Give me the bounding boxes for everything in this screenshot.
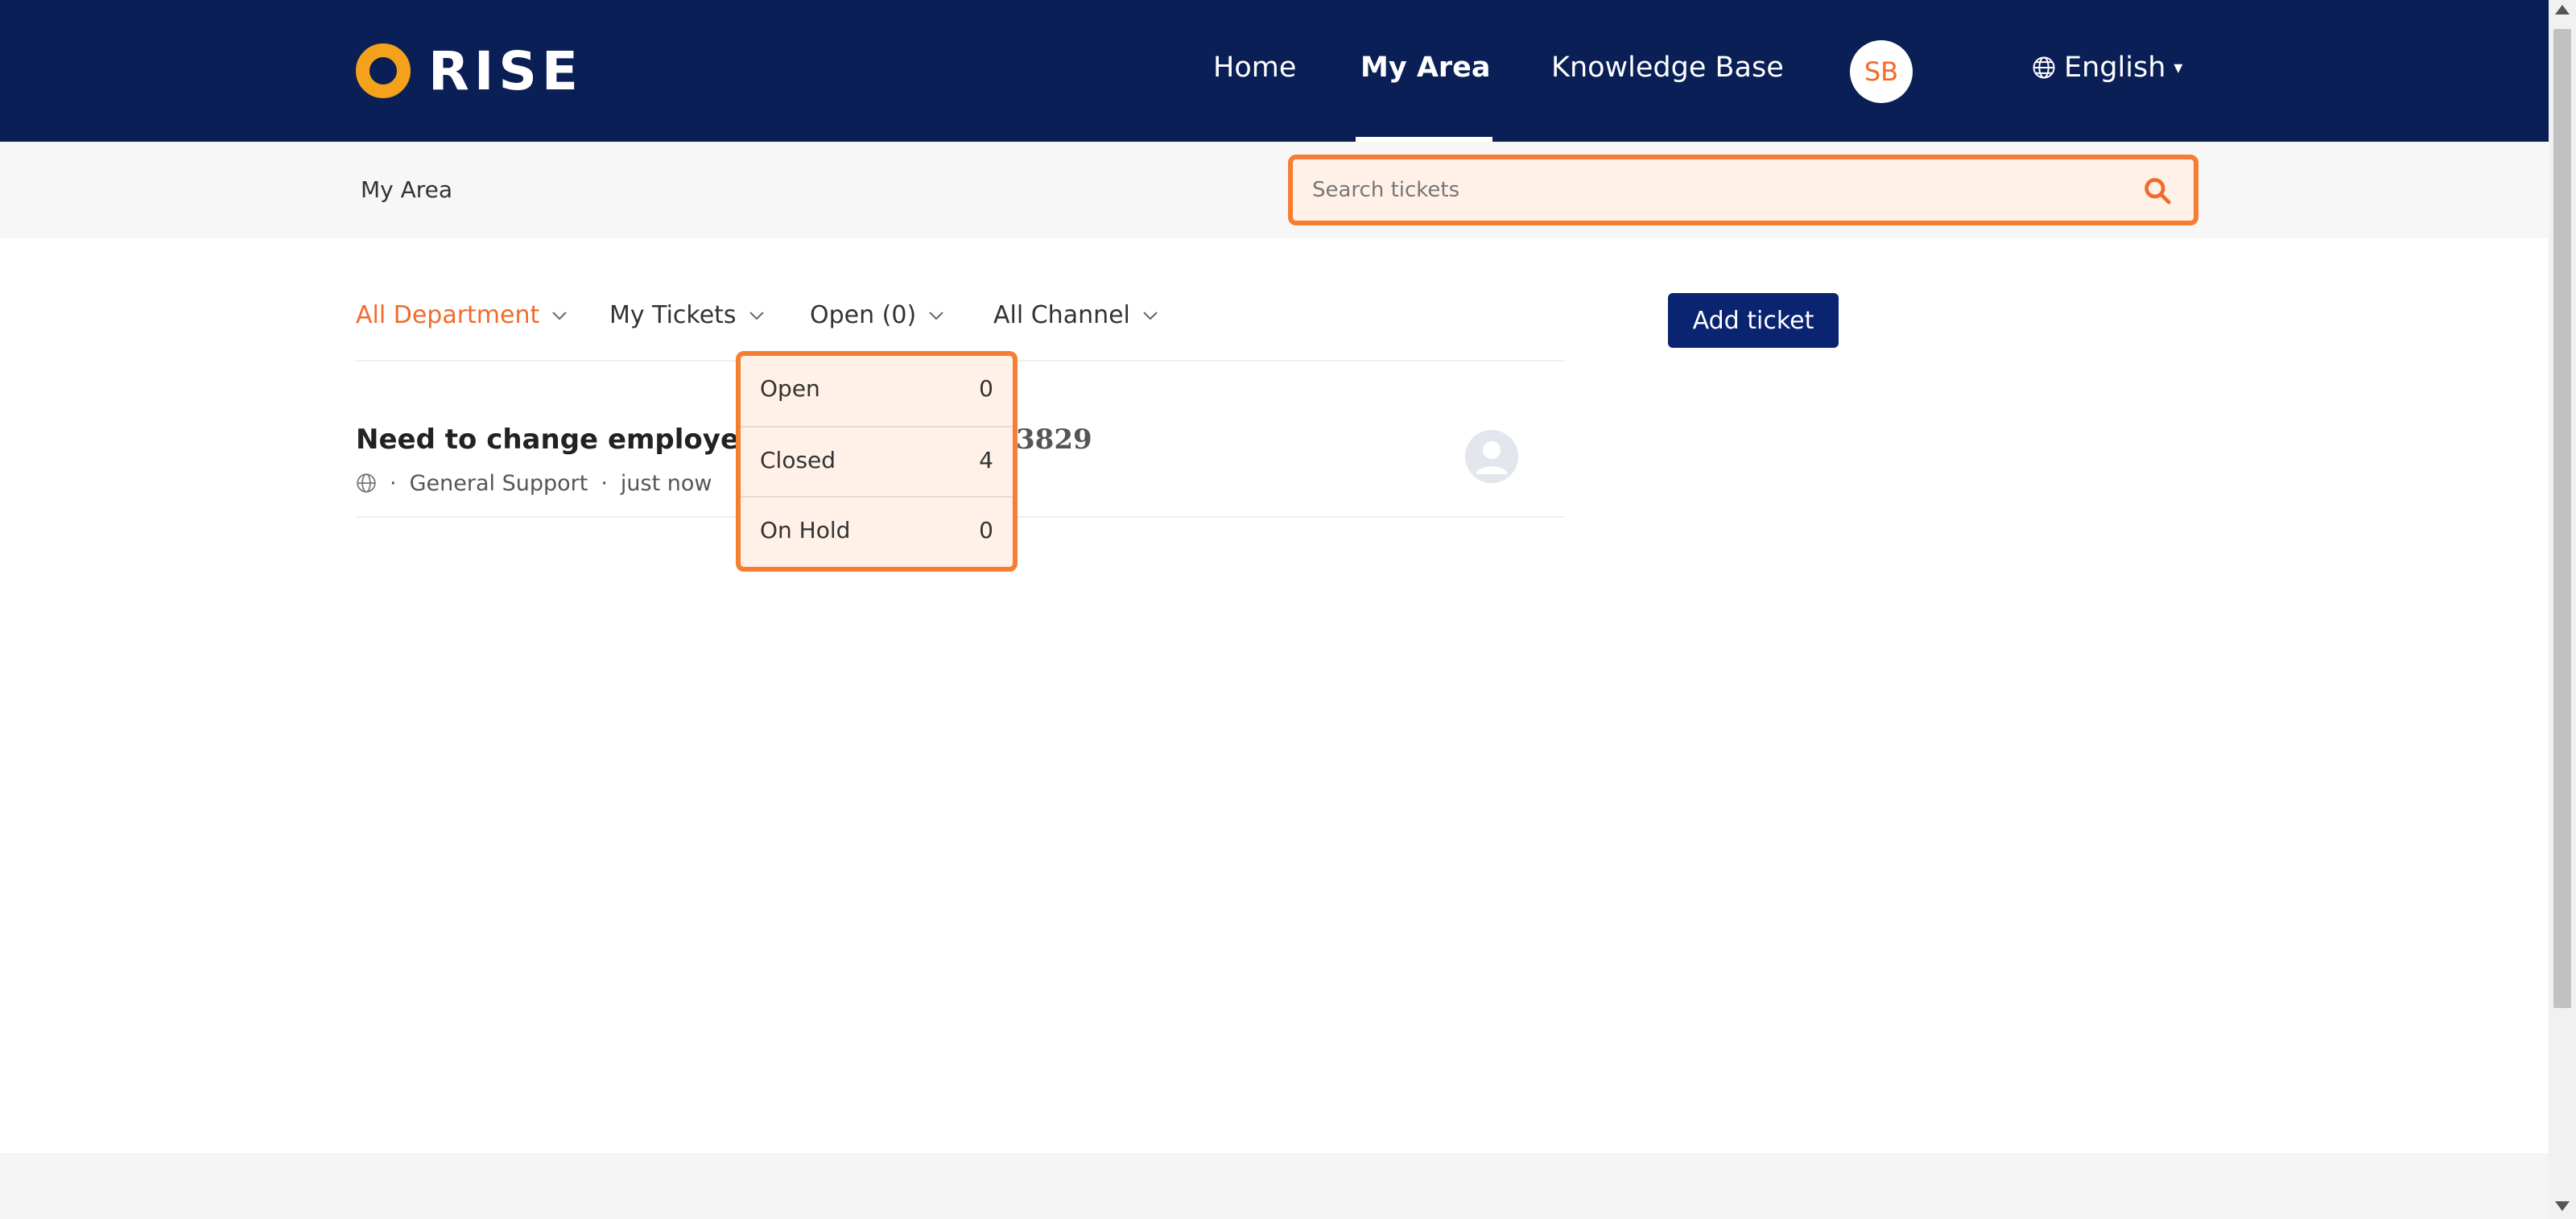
department-filter-label: All Department — [356, 301, 540, 329]
scroll-up-arrow-icon[interactable] — [2555, 5, 2570, 14]
status-option-count: 0 — [979, 375, 993, 402]
department-filter[interactable]: All Department — [356, 298, 568, 333]
ticket-department: General Support — [409, 470, 588, 496]
logo-ring-icon — [356, 43, 411, 98]
caret-down-icon: ▾ — [2174, 57, 2183, 78]
user-avatar-icon — [1465, 430, 1518, 483]
status-filter[interactable]: Open (0) — [810, 298, 945, 333]
user-avatar-button[interactable]: SB — [1850, 40, 1913, 103]
status-option-label: On Hold — [760, 517, 851, 543]
globe-icon — [357, 473, 376, 493]
logo-text: RISE — [428, 39, 583, 102]
scroll-down-arrow-icon[interactable] — [2555, 1201, 2570, 1211]
status-option-count: 0 — [979, 517, 993, 543]
search-ticket-box — [1288, 155, 2198, 225]
rise-logo[interactable]: RISE — [356, 39, 583, 102]
chevron-down-icon — [929, 312, 943, 320]
status-option-label: Closed — [760, 447, 836, 473]
nav-home-link[interactable]: Home — [1213, 47, 1296, 89]
scrollbar-thumb[interactable] — [2553, 29, 2571, 1008]
language-label: English — [2064, 52, 2166, 84]
channel-filter[interactable]: All Channel — [993, 298, 1159, 333]
status-dropdown-menu: Open 0 Closed 4 On Hold 0 — [736, 351, 1018, 572]
add-ticket-button[interactable]: Add ticket — [1668, 293, 1839, 348]
chevron-down-icon — [749, 312, 764, 320]
status-option-on-hold[interactable]: On Hold 0 — [741, 496, 1013, 566]
nav-knowledge-base-link[interactable]: Knowledge Base — [1551, 47, 1784, 89]
search-icon[interactable] — [2142, 176, 2173, 206]
language-selector[interactable]: English ▾ — [2032, 47, 2182, 89]
globe-icon — [2033, 56, 2055, 79]
channel-filter-label: All Channel — [993, 301, 1130, 329]
breadcrumb: My Area — [361, 176, 453, 203]
status-option-open[interactable]: Open 0 — [741, 356, 1013, 426]
ticket-meta: · General Support · just now — [356, 469, 712, 498]
ticket-time: just now — [620, 470, 712, 496]
page-footer — [0, 1153, 2549, 1219]
status-option-count: 4 — [979, 447, 993, 473]
vertical-scrollbar[interactable] — [2549, 0, 2576, 1219]
ticket-title-tail[interactable]: 3829 — [1016, 420, 1092, 459]
ticket-title-link[interactable]: Need to change employee — [356, 420, 758, 459]
search-input[interactable] — [1312, 174, 2117, 206]
nav-my-area-link[interactable]: My Area — [1360, 47, 1491, 89]
chevron-down-icon — [1143, 312, 1158, 320]
meta-separator: · — [601, 470, 608, 496]
meta-separator: · — [390, 470, 397, 496]
status-filter-label: Open (0) — [810, 301, 917, 329]
my-tickets-filter-label: My Tickets — [609, 301, 737, 329]
status-option-closed[interactable]: Closed 4 — [741, 426, 1013, 496]
status-option-label: Open — [760, 375, 820, 402]
chevron-down-icon — [552, 312, 567, 320]
my-tickets-filter[interactable]: My Tickets — [609, 298, 766, 333]
